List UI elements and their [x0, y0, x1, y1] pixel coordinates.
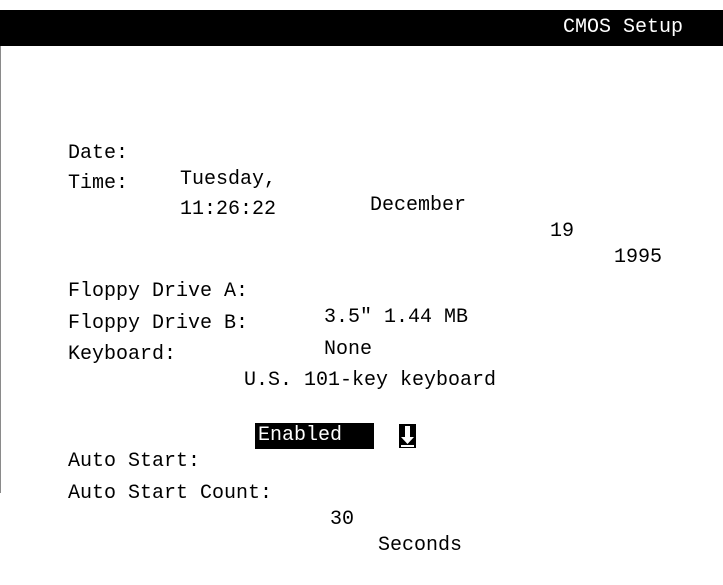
- keyboard-label: Keyboard:: [68, 343, 177, 366]
- date-day-field[interactable]: 19: [550, 219, 574, 245]
- keyboard-field[interactable]: U.S. 101-key keyboard: [244, 368, 496, 394]
- floppy-a-row: Floppy Drive A: 3.5" 1.44 MB: [68, 253, 468, 329]
- left-border: [0, 46, 1, 493]
- floppy-b-field[interactable]: None: [324, 337, 372, 363]
- time-field[interactable]: 11:26:22: [180, 197, 276, 223]
- auto-start-row: Auto Start:: [68, 423, 200, 473]
- auto-start-count-unit: Seconds: [378, 534, 463, 557]
- auto-start-value[interactable]: Enabled: [255, 423, 374, 449]
- date-row: Date: Tuesday, December 19 1995: [68, 115, 662, 269]
- floppy-a-field[interactable]: 3.5" 1.44 MB: [324, 305, 468, 331]
- down-arrow-icon[interactable]: [399, 424, 416, 448]
- date-month-field[interactable]: December: [370, 193, 466, 219]
- date-year-field[interactable]: 1995: [614, 245, 662, 271]
- auto-start-dropdown[interactable]: Enabled: [255, 423, 416, 449]
- keyboard-row: Keyboard: U.S. 101-key keyboard: [68, 316, 496, 392]
- auto-start-count-row: Auto Start Count: 30 Seconds: [68, 455, 462, 557]
- time-row: Time: 11:26:22: [68, 145, 276, 221]
- auto-start-count-field[interactable]: 30: [330, 507, 354, 533]
- date-weekday-field[interactable]: Tuesday,: [180, 167, 276, 193]
- cmos-setup-screen: CMOS Setup Date: Tuesday, December 19 19…: [0, 0, 723, 557]
- title-bar: CMOS Setup: [0, 10, 723, 46]
- time-label: Time:: [68, 172, 129, 195]
- auto-start-count-label: Auto Start Count:: [68, 482, 273, 505]
- floppy-b-row: Floppy Drive B: None: [68, 285, 372, 361]
- window-title: CMOS Setup: [563, 16, 684, 39]
